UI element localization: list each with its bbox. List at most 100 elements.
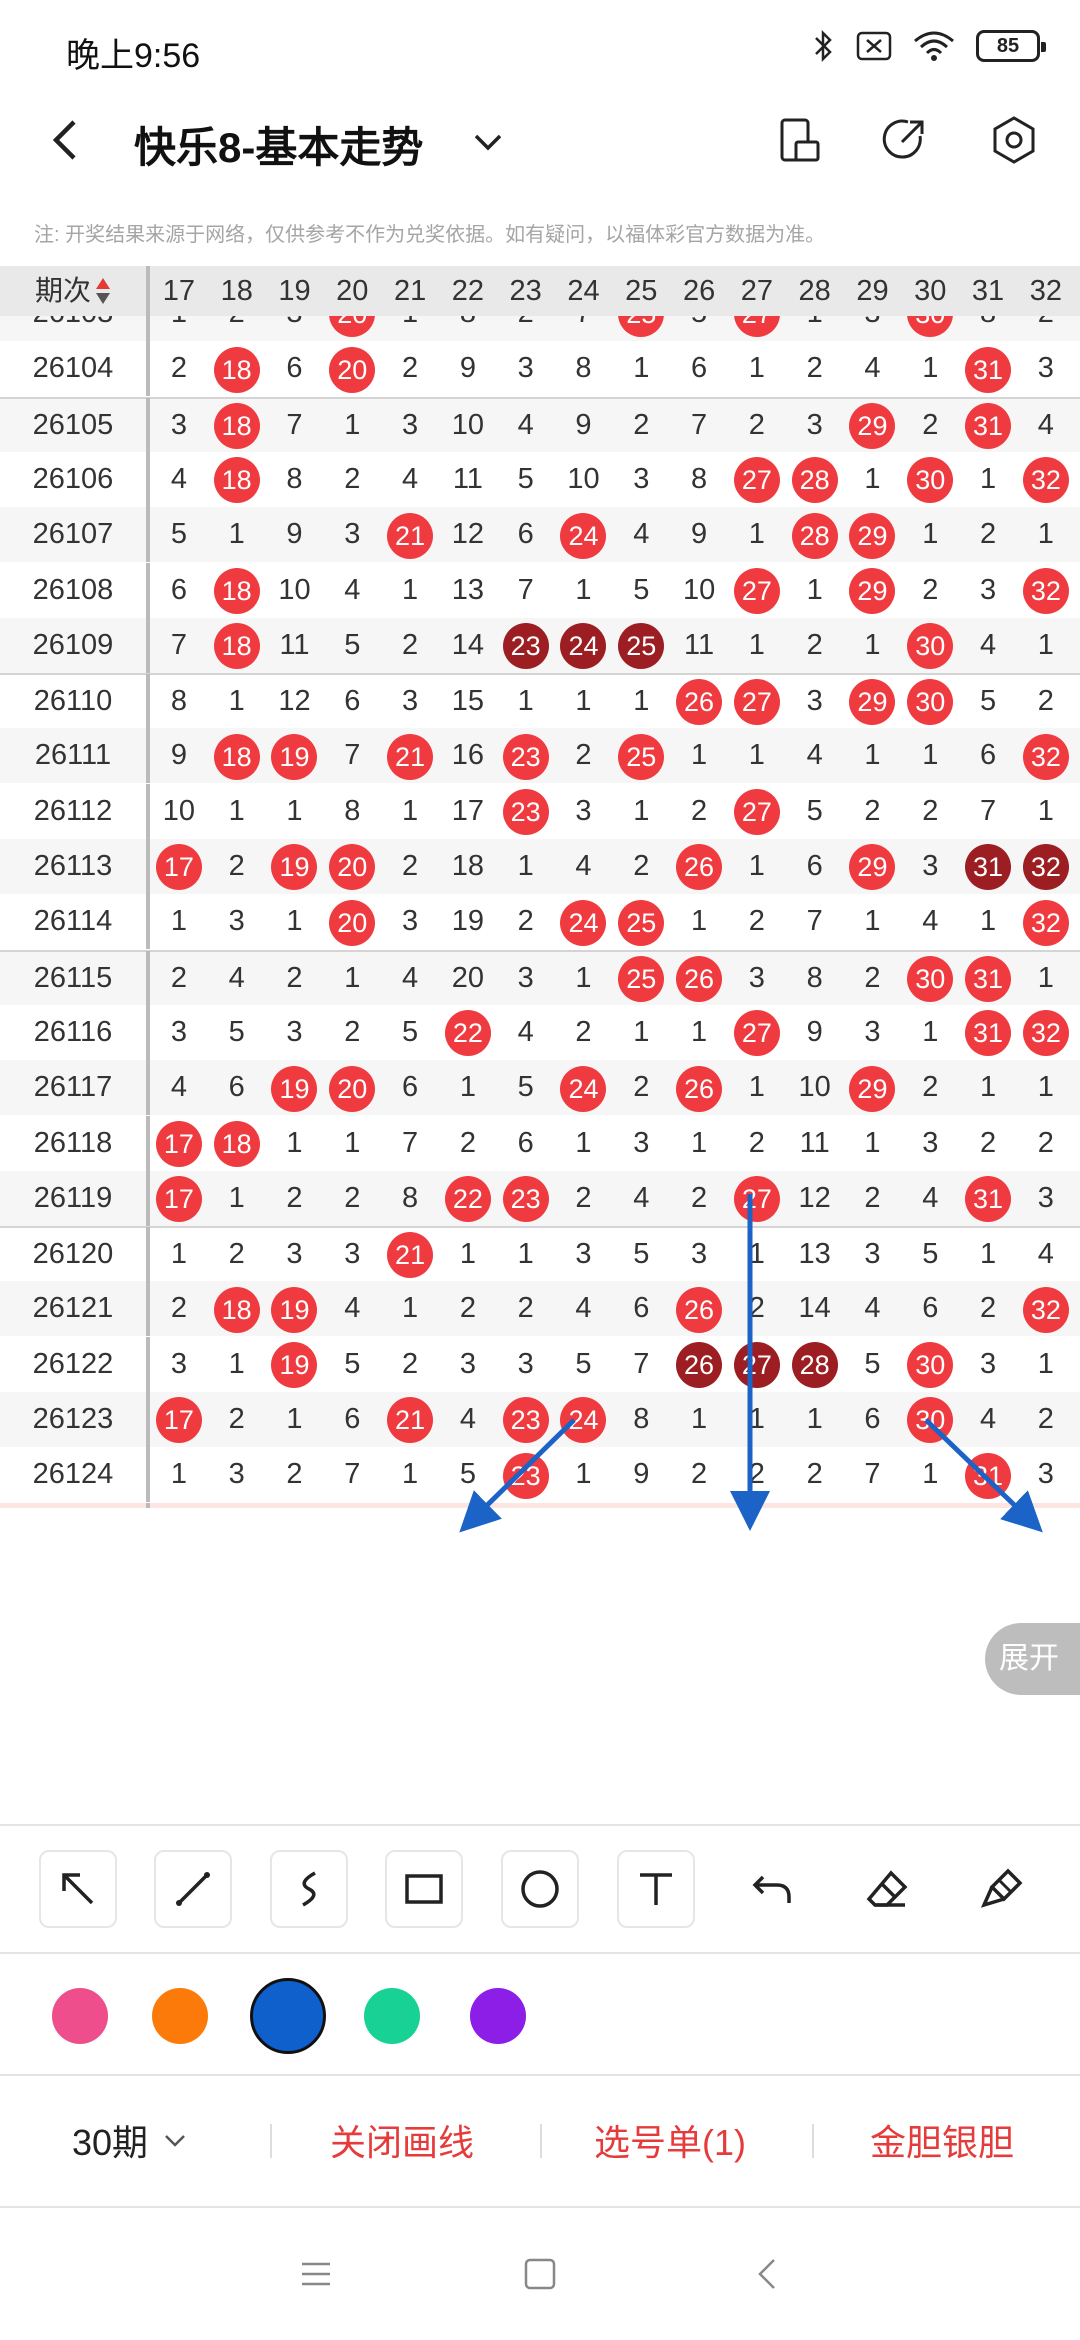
miss-count: 1 xyxy=(228,1181,245,1214)
pick-number[interactable]: 26 xyxy=(670,1503,728,1508)
pick-number[interactable]: 24 xyxy=(555,1503,613,1508)
hit-ball: 31 xyxy=(965,844,1012,891)
miss-count: 6 xyxy=(170,573,187,606)
menu-icon[interactable] xyxy=(298,2256,334,2292)
screen-switch-icon[interactable] xyxy=(772,112,828,168)
miss-count: 3 xyxy=(979,573,997,606)
miss-count: 1 xyxy=(979,1238,997,1271)
period-number: 26120 xyxy=(0,1227,150,1283)
color-swatch[interactable] xyxy=(364,1988,420,2044)
hit-ball: 26 xyxy=(676,955,723,1002)
pick-number[interactable]: 30 xyxy=(901,1503,959,1508)
rectangle-tool[interactable] xyxy=(385,1850,464,1928)
nav-back-icon[interactable] xyxy=(750,2256,786,2292)
miss-count: 1 xyxy=(691,1015,708,1048)
undo-button[interactable] xyxy=(732,1850,810,1928)
column-header: 21 xyxy=(393,275,427,307)
table-body[interactable]: 2610312320182725527133082261042186202938… xyxy=(0,316,1080,1508)
period-header[interactable]: 期次 xyxy=(0,266,150,316)
line-tool[interactable] xyxy=(154,1850,233,1928)
miss-count: 2 xyxy=(228,850,245,882)
pick-number[interactable]: 19 xyxy=(266,1503,324,1508)
hit-ball: 17 xyxy=(155,1176,202,1223)
home-icon[interactable] xyxy=(522,2256,558,2292)
miss-count: 8 xyxy=(170,685,187,718)
arrow-tool[interactable] xyxy=(38,1850,117,1928)
selected-number[interactable]: 27 xyxy=(728,1503,786,1508)
miss-count: 6 xyxy=(517,1126,534,1159)
miss-count: 1 xyxy=(864,739,881,772)
hit-cell: 31 xyxy=(959,839,1017,894)
pick-number[interactable]: 31 xyxy=(959,1503,1017,1508)
miss-count: 2 xyxy=(402,352,419,385)
hit-cell: 32 xyxy=(1017,452,1075,507)
miss-count: 8 xyxy=(344,794,361,827)
circle-tool[interactable] xyxy=(500,1850,579,1928)
hit-cell: 18 xyxy=(208,452,266,507)
back-arrow-icon[interactable] xyxy=(40,112,96,168)
hit-ball: 24 xyxy=(560,623,607,670)
column-header: 25 xyxy=(625,275,658,307)
table-header: 期次 17 18 19 20 21 22 23 24 25 26 27 28 29 30 31 32 xyxy=(0,266,1080,316)
pick-number[interactable]: 21 xyxy=(381,1503,439,1508)
hit-cell: 27 xyxy=(728,1337,786,1392)
hit-cell: 25 xyxy=(612,951,670,1006)
pick-row-label[interactable]: 选号 xyxy=(0,1502,150,1508)
miss-count: 2 xyxy=(979,1292,997,1325)
miss-count: 5 xyxy=(979,685,997,718)
chevron-down-icon[interactable] xyxy=(468,122,508,162)
hit-cell: 17 xyxy=(150,1116,208,1171)
pick-number[interactable]: 29 xyxy=(844,1503,902,1508)
color-swatch[interactable] xyxy=(250,1978,326,2054)
color-swatch[interactable] xyxy=(152,1988,208,2044)
share-icon[interactable] xyxy=(876,112,932,168)
gold-silver-button[interactable]: 金胆银胆 xyxy=(870,2114,1014,2166)
miss-count: 6 xyxy=(228,1071,245,1104)
miss-count: 5 xyxy=(344,628,361,661)
curve-tool[interactable] xyxy=(269,1850,348,1928)
miss-count: 3 xyxy=(806,408,823,441)
hit-cell: 29 xyxy=(844,674,902,729)
settings-icon[interactable] xyxy=(986,112,1042,168)
page-title[interactable]: 快乐8-基本走势 xyxy=(134,114,423,175)
divider xyxy=(812,2124,814,2158)
pick-list-button[interactable]: 选号单(1) xyxy=(594,2114,746,2166)
title-bar: 快乐8-基本走势 xyxy=(0,92,1080,188)
selected-number[interactable]: 32 xyxy=(1017,1503,1075,1508)
miss-count: 5 xyxy=(170,518,187,551)
hit-ball: 30 xyxy=(907,679,954,726)
miss-count: 1 xyxy=(286,1403,303,1435)
hit-cell: 26 xyxy=(670,839,728,894)
hit-ball: 21 xyxy=(387,1232,434,1279)
sort-icon[interactable] xyxy=(95,276,111,306)
table-row: 26124 1 3 2 7 1 5 23 1 9 2 2 2 7 1 31 3 xyxy=(0,1447,1080,1503)
table-row: 26114 1 3 1 20 3 19 2 24 25 1 2 7 1 4 1 32 xyxy=(0,894,1080,950)
pick-number[interactable]: 20 xyxy=(323,1503,381,1508)
hit-cell: 27 xyxy=(728,563,786,618)
eraser-button[interactable] xyxy=(848,1850,926,1928)
close-line-button[interactable]: 关闭画线 xyxy=(330,2114,474,2166)
miss-count: 1 xyxy=(922,1015,939,1048)
miss-count: 2 xyxy=(170,1292,187,1325)
hit-cell: 24 xyxy=(555,1060,613,1115)
expand-button[interactable]: 展开 xyxy=(985,1623,1080,1695)
pick-number[interactable]: 18 xyxy=(208,1503,266,1508)
miss-count: 3 xyxy=(170,408,187,441)
miss-count: 2 xyxy=(575,739,592,772)
pick-number[interactable]: 28 xyxy=(786,1503,844,1508)
period-select[interactable]: 30期 xyxy=(72,2114,190,2166)
hit-ball: 20 xyxy=(329,346,376,393)
text-tool[interactable] xyxy=(616,1850,695,1928)
color-swatch[interactable] xyxy=(52,1988,108,2044)
pick-number[interactable]: 17 xyxy=(150,1503,208,1508)
miss-count: 12 xyxy=(278,685,311,718)
pick-number[interactable]: 25 xyxy=(612,1503,670,1508)
brush-icon xyxy=(980,1868,1023,1908)
pick-number[interactable]: 23 xyxy=(497,1503,555,1508)
miss-count: 14 xyxy=(451,628,485,661)
color-swatch[interactable] xyxy=(470,1988,526,2044)
clear-button[interactable] xyxy=(963,1850,1041,1928)
miss-count: 1 xyxy=(748,518,765,551)
miss-count: 2 xyxy=(922,794,939,827)
selected-number[interactable]: 22 xyxy=(439,1503,497,1508)
